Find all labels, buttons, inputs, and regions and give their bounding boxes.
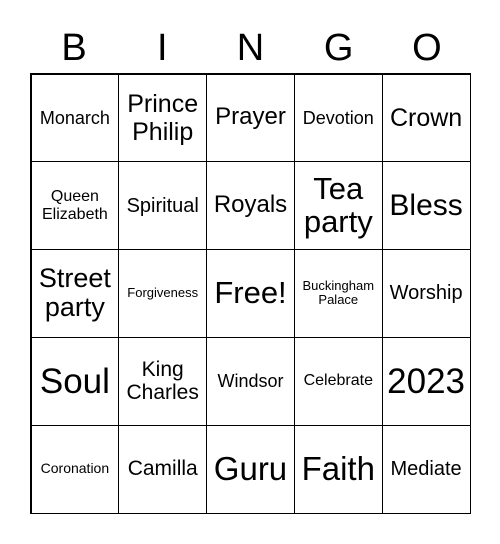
bingo-cell[interactable]: Guru: [206, 424, 295, 514]
bingo-cell[interactable]: Prince Philip: [118, 73, 208, 163]
bingo-cell[interactable]: Bless: [381, 161, 471, 251]
header-letter: N: [236, 27, 265, 69]
bingo-cell[interactable]: Spiritual: [118, 161, 208, 251]
bingo-cell[interactable]: Royals: [206, 161, 295, 251]
bingo-cell[interactable]: Windsor: [206, 336, 295, 426]
header-letter: I: [157, 27, 168, 69]
bingo-cell[interactable]: Tea party: [293, 161, 383, 251]
bingo-cell[interactable]: Crown: [381, 73, 471, 163]
bingo-cell[interactable]: Celebrate: [293, 336, 383, 426]
bingo-cell[interactable]: 2023: [381, 336, 471, 426]
bingo-header: B I N G O: [30, 22, 471, 74]
bingo-cell[interactable]: Queen Elizabeth: [30, 161, 120, 251]
bingo-cell[interactable]: Prayer: [206, 73, 295, 163]
free-space-cell[interactable]: Free!: [206, 249, 295, 338]
header-letter: G: [323, 27, 354, 69]
bingo-cell[interactable]: Devotion: [293, 73, 383, 163]
header-letter: B: [61, 27, 87, 69]
bingo-grid: Monarch Prince Philip Prayer Devotion Cr…: [30, 73, 471, 514]
bingo-cell[interactable]: Mediate: [381, 424, 471, 514]
bingo-cell[interactable]: Forgiveness: [118, 249, 208, 338]
bingo-cell[interactable]: Soul: [30, 336, 120, 426]
header-letter: O: [412, 27, 442, 69]
bingo-cell[interactable]: Worship: [381, 249, 471, 338]
bingo-cell[interactable]: Camilla: [118, 424, 208, 514]
bingo-cell[interactable]: Faith: [293, 424, 383, 514]
bingo-cell[interactable]: Monarch: [30, 73, 120, 163]
bingo-cell[interactable]: Street party: [30, 249, 120, 338]
bingo-cell[interactable]: Coronation: [30, 424, 120, 514]
bingo-cell[interactable]: Buckingham Palace: [293, 249, 383, 338]
bingo-cell[interactable]: King Charles: [118, 336, 208, 426]
